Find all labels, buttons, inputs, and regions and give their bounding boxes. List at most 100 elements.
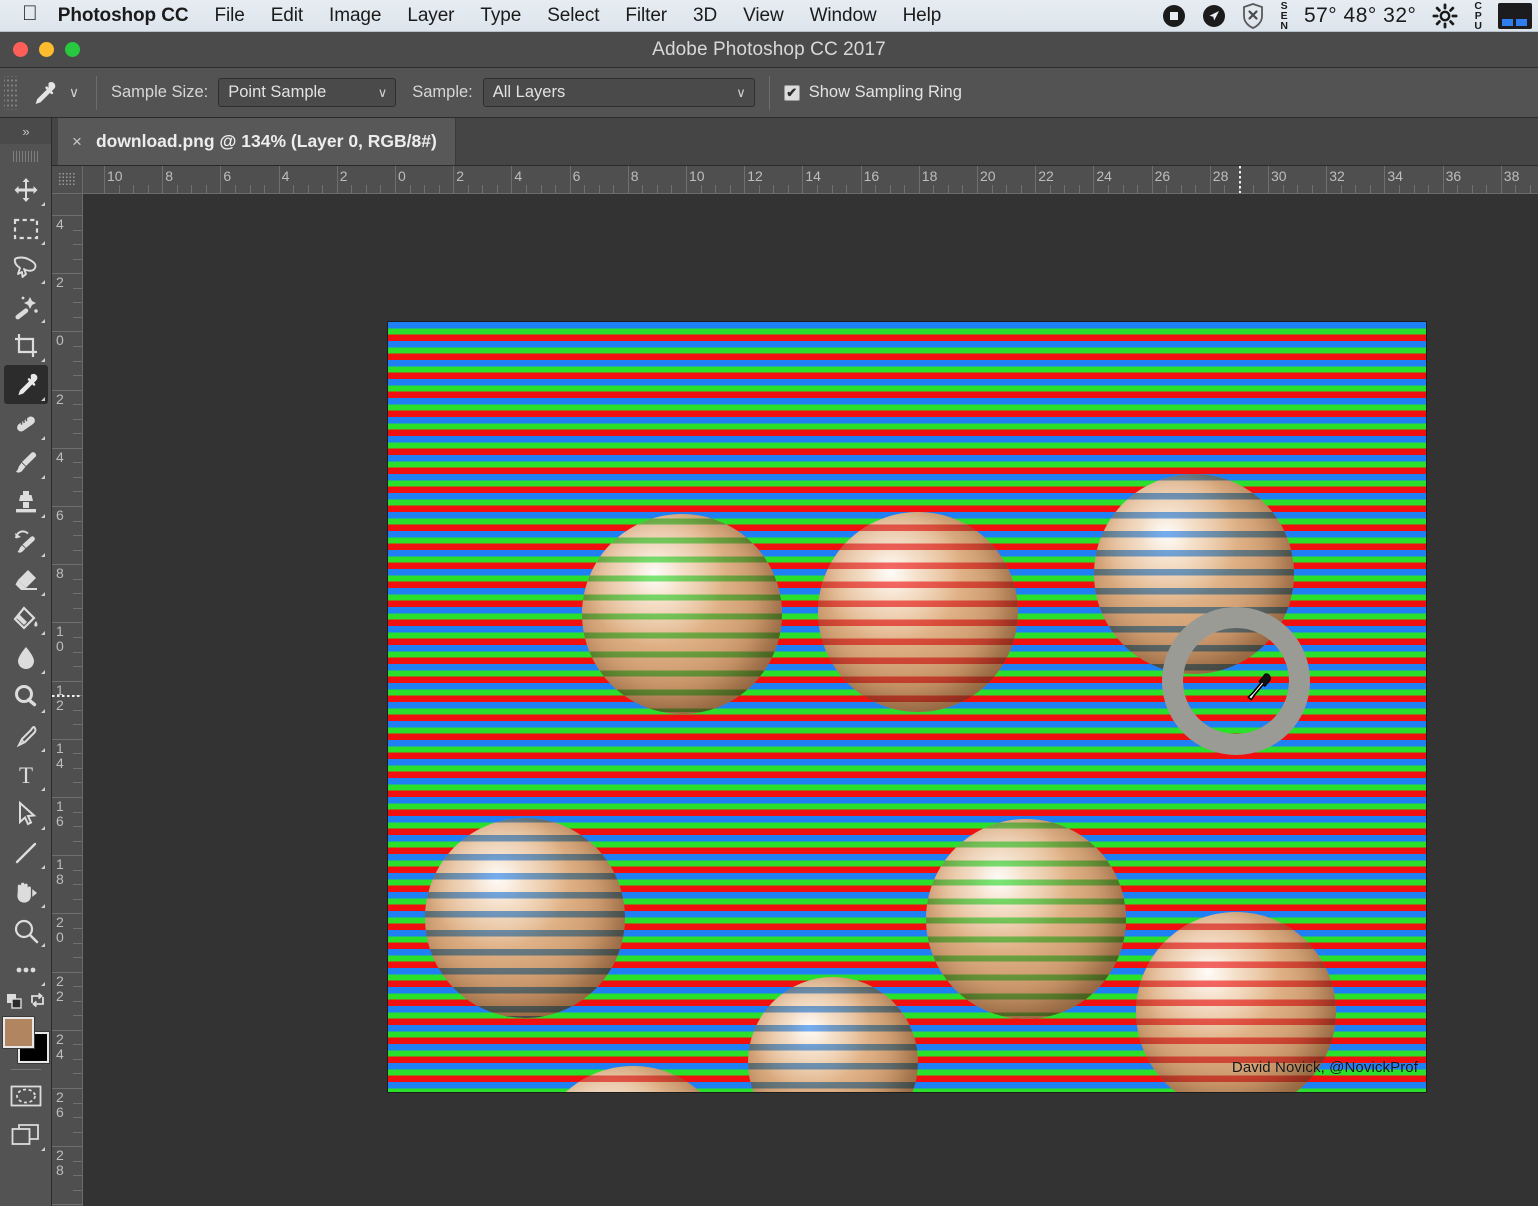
menu-item-edit[interactable]: Edit xyxy=(258,5,316,27)
menu-item-layer[interactable]: Layer xyxy=(394,5,467,27)
sensors-label[interactable]: SEN xyxy=(1280,0,1288,31)
expand-panels-icon[interactable]: » xyxy=(0,118,51,144)
vertical-ruler[interactable]: 42024681012141618202224262830 xyxy=(52,194,83,1206)
lasso-tool[interactable] xyxy=(4,248,48,287)
eyedropper-tool[interactable] xyxy=(3,365,48,404)
zoom-tool[interactable] xyxy=(4,911,48,950)
menu-item-select[interactable]: Select xyxy=(534,5,612,27)
swap-colors-icon xyxy=(30,992,44,1008)
ruler-tick-minor xyxy=(598,185,600,193)
ruler-tick-minor xyxy=(73,898,82,900)
tools-panel-grip[interactable] xyxy=(12,146,39,166)
ruler-tick-minor xyxy=(73,1073,82,1075)
show-sampling-ring-checkbox[interactable]: ✔ xyxy=(783,84,800,101)
sample-size-select[interactable]: Point Sample xyxy=(218,78,397,107)
edit-toolbar-tool[interactable] xyxy=(4,950,48,989)
ruler-tick-minor xyxy=(73,666,82,668)
clone-stamp-tool[interactable] xyxy=(4,482,48,521)
zoom-button[interactable] xyxy=(65,42,80,57)
fan-icon[interactable] xyxy=(1432,3,1458,29)
menu-item-window[interactable]: Window xyxy=(797,5,890,27)
path-selection-tool[interactable] xyxy=(4,794,48,833)
crop-tool[interactable] xyxy=(4,326,48,365)
ruler-tick-minor xyxy=(73,316,82,318)
artwork-watermark: David Novick, @NovickProf xyxy=(1231,1059,1418,1076)
dodge-tool[interactable] xyxy=(4,677,48,716)
artboard[interactable]: David Novick, @NovickProf xyxy=(388,322,1426,1092)
ruler-tick-minor xyxy=(438,185,440,193)
brush-tool[interactable] xyxy=(4,443,48,482)
ruler-label: 4 xyxy=(56,216,64,232)
tool-more-triangle xyxy=(40,553,45,557)
close-button[interactable] xyxy=(13,42,28,57)
move-tool[interactable] xyxy=(4,170,48,209)
menu-item-help[interactable]: Help xyxy=(890,5,955,27)
ruler-label: 22 xyxy=(1038,168,1054,184)
history-brush-tool[interactable] xyxy=(4,521,48,560)
paint-bucket-tool[interactable] xyxy=(4,599,48,638)
tool-more-triangle xyxy=(40,397,45,401)
ruler-tick-minor xyxy=(1457,185,1459,193)
options-bar-grip[interactable] xyxy=(4,75,18,110)
magic-wand-tool[interactable] xyxy=(4,287,48,326)
sample-label: Sample: xyxy=(412,83,473,101)
ruler-tick-minor xyxy=(73,1102,82,1104)
line-tool[interactable] xyxy=(4,833,48,872)
ruler-corner[interactable] xyxy=(52,166,83,194)
ruler-tick-minor xyxy=(1428,185,1430,193)
eraser-tool[interactable] xyxy=(4,560,48,599)
eyedropper-icon[interactable] xyxy=(26,76,60,110)
horizontal-ruler[interactable]: 10 8 6 4 2 0 2 4 6 8 10 12 14 16 18 20 22 24 26 28 30 32 34 36 3… xyxy=(83,166,1538,194)
quick-mask-mode-button[interactable] xyxy=(4,1076,48,1115)
menu-item-photoshop-cc[interactable]: Photoshop CC xyxy=(54,5,202,27)
ruler-label: 20 xyxy=(56,914,64,946)
location-arrow-icon[interactable] xyxy=(1202,4,1226,28)
sample-select[interactable]: All Layers xyxy=(482,78,755,107)
canvas-area[interactable]: David Novick, @NovickProf xyxy=(83,194,1538,1206)
healing-brush-tool[interactable] xyxy=(4,404,48,443)
ruler-tick-minor xyxy=(482,185,484,193)
ruler-tick-minor xyxy=(73,869,82,871)
apple-logo-icon[interactable]:  xyxy=(22,3,38,24)
tool-more-triangle xyxy=(40,943,45,947)
tool-preset-chevron-down-icon[interactable]: ∨ xyxy=(66,84,82,101)
tool-more-triangle xyxy=(40,592,45,596)
pen-tool[interactable] xyxy=(4,716,48,755)
rectangular-marquee-tool[interactable] xyxy=(4,209,48,248)
ruler-label: 20 xyxy=(980,168,996,184)
blur-tool[interactable] xyxy=(4,638,48,677)
type-tool[interactable]: T xyxy=(4,755,48,794)
minimize-button[interactable] xyxy=(39,42,54,57)
document-tab-title: download.png @ 134% (Layer 0, RGB/8#) xyxy=(95,131,437,151)
color-swatches xyxy=(2,1017,49,1063)
ruler-label: 4 xyxy=(56,448,64,465)
menu-item-view[interactable]: View xyxy=(730,5,796,27)
ruler-tick-minor xyxy=(322,185,324,193)
document-tab[interactable]: × download.png @ 134% (Layer 0, RGB/8#) xyxy=(58,118,456,165)
ruler-tick-minor xyxy=(1253,185,1255,193)
cpu-meter[interactable] xyxy=(1498,2,1532,29)
ruler-tick-minor xyxy=(933,185,935,193)
record-stop-icon[interactable] xyxy=(1162,4,1186,28)
sample-size-label: Sample Size: xyxy=(111,83,209,101)
close-icon[interactable]: × xyxy=(72,133,82,150)
menu-item-filter[interactable]: Filter xyxy=(612,5,680,27)
swatch-controls xyxy=(3,991,49,1011)
ruler-tick-minor xyxy=(816,185,818,193)
screen-mode-button[interactable] xyxy=(4,1115,48,1154)
cpu-label[interactable]: CPU xyxy=(1474,0,1482,31)
menu-item-file[interactable]: File xyxy=(201,5,257,27)
menu-item-image[interactable]: Image xyxy=(316,5,394,27)
shield-block-icon[interactable] xyxy=(1242,2,1264,29)
foreground-color-swatch[interactable] xyxy=(2,1017,34,1048)
ruler-label: 18 xyxy=(921,168,938,184)
menu-item-type[interactable]: Type xyxy=(467,5,534,27)
show-sampling-ring-control[interactable]: ✔ Show Sampling Ring xyxy=(783,83,962,102)
hand-tool[interactable] xyxy=(4,872,48,911)
ruler-tick-minor xyxy=(1180,185,1182,193)
ruler-tick-minor xyxy=(1195,185,1197,193)
temperature-readout[interactable]: 57° 48° 32° xyxy=(1304,4,1416,28)
menu-item-3d[interactable]: 3D xyxy=(680,5,730,27)
ruler-label: 8 xyxy=(56,565,64,582)
ruler-tick-minor xyxy=(73,607,82,609)
